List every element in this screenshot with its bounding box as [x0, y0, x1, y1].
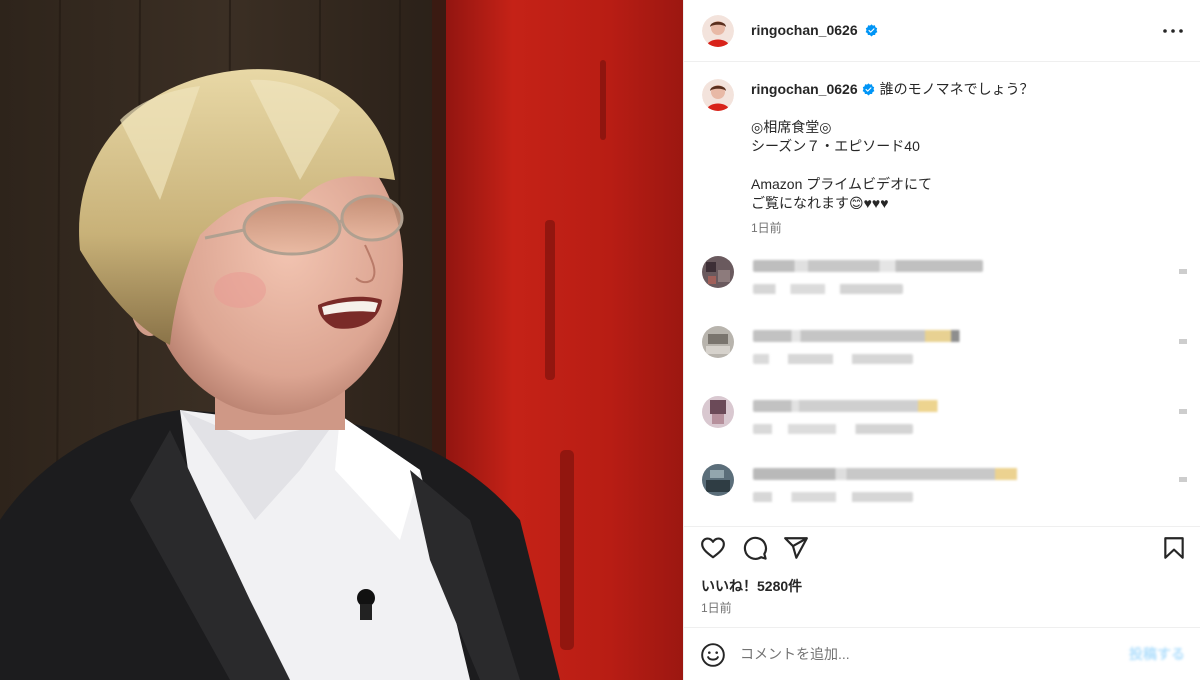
commenter-avatar[interactable] [702, 396, 734, 428]
more-horizontal-icon [1163, 29, 1183, 33]
comment-text-blurred [753, 400, 945, 412]
comment-text-blurred [753, 468, 1028, 480]
post-image[interactable] [0, 0, 683, 680]
heart-icon [1179, 339, 1187, 344]
verified-badge-icon [865, 24, 878, 37]
author-avatar[interactable] [702, 15, 734, 47]
comment-button[interactable] [742, 535, 768, 561]
comment-meta-blurred [753, 354, 913, 364]
caption-first-line: 誰のモノマネでしょう？ [879, 81, 1034, 97]
comment-meta-blurred [753, 424, 913, 434]
more-options-button[interactable] [1161, 20, 1185, 42]
caption-author-avatar[interactable] [702, 79, 734, 111]
comment-meta-blurred [753, 284, 903, 294]
like-button[interactable] [700, 535, 726, 561]
post-header: ringochan_0626 [684, 0, 1200, 62]
paper-plane-icon [784, 537, 808, 559]
caption-line [751, 156, 1181, 175]
comment-item [684, 326, 1200, 376]
post-photo [0, 0, 683, 680]
commenter-avatar[interactable] [702, 256, 734, 288]
author-username[interactable]: ringochan_0626 [751, 22, 858, 38]
comment-like-button[interactable] [1177, 404, 1189, 416]
heart-icon [1179, 269, 1187, 274]
caption-line: シーズン７・エピソード40 [751, 138, 920, 154]
comment-item [684, 256, 1200, 306]
comment-item [684, 464, 1200, 514]
instagram-post: ringochan_0626 ringochan_0626 誰のモノマネでしょう… [0, 0, 1200, 680]
caption-username[interactable]: ringochan_0626 [751, 81, 858, 97]
comment-text-blurred [753, 260, 983, 272]
comment-meta-blurred [753, 492, 913, 502]
comment-input[interactable] [740, 642, 1110, 666]
share-button[interactable] [783, 535, 809, 561]
heart-icon [1179, 409, 1187, 414]
bookmark-icon [1164, 537, 1184, 559]
caption-line: ◎相席食堂◎ [751, 119, 832, 135]
caption-line: Amazon プライムビデオにて [751, 176, 932, 192]
emoji-picker-button[interactable] [700, 642, 726, 668]
caption-timestamp: 1日前 [751, 221, 782, 235]
comment-like-button[interactable] [1177, 334, 1189, 346]
comment-item [684, 396, 1200, 446]
caption-line: ご覧になれます😊♥♥♥ [751, 195, 889, 211]
commenter-avatar[interactable] [702, 326, 734, 358]
heart-icon [701, 537, 725, 559]
caption-body: ringochan_0626 誰のモノマネでしょう？ ◎相席食堂◎ シーズン７・… [751, 80, 1181, 238]
comment-bubble-icon [743, 536, 768, 560]
commenter-avatar[interactable] [702, 464, 734, 496]
caption-lines: ◎相席食堂◎ シーズン７・エピソード40 Amazon プライムビデオにて ご覧… [751, 118, 1181, 213]
post-side-panel: ringochan_0626 ringochan_0626 誰のモノマネでしょう… [683, 0, 1200, 680]
save-button[interactable] [1161, 535, 1187, 561]
heart-icon [1179, 477, 1187, 482]
post-action-bar [684, 526, 1200, 566]
comment-like-button[interactable] [1177, 472, 1189, 484]
post-timestamp[interactable]: 1日前 [701, 599, 732, 616]
comment-like-button[interactable] [1177, 264, 1189, 276]
comment-text-blurred [753, 330, 968, 342]
post-comment-button[interactable]: 投稿する [1129, 644, 1185, 664]
verified-badge-icon [862, 83, 874, 96]
add-comment-bar: 投稿する [684, 627, 1200, 680]
smiley-icon [701, 643, 725, 667]
likes-count[interactable]: いいね！5280件 [701, 576, 802, 596]
caption-head: ringochan_0626 誰のモノマネでしょう？ [751, 80, 1181, 99]
